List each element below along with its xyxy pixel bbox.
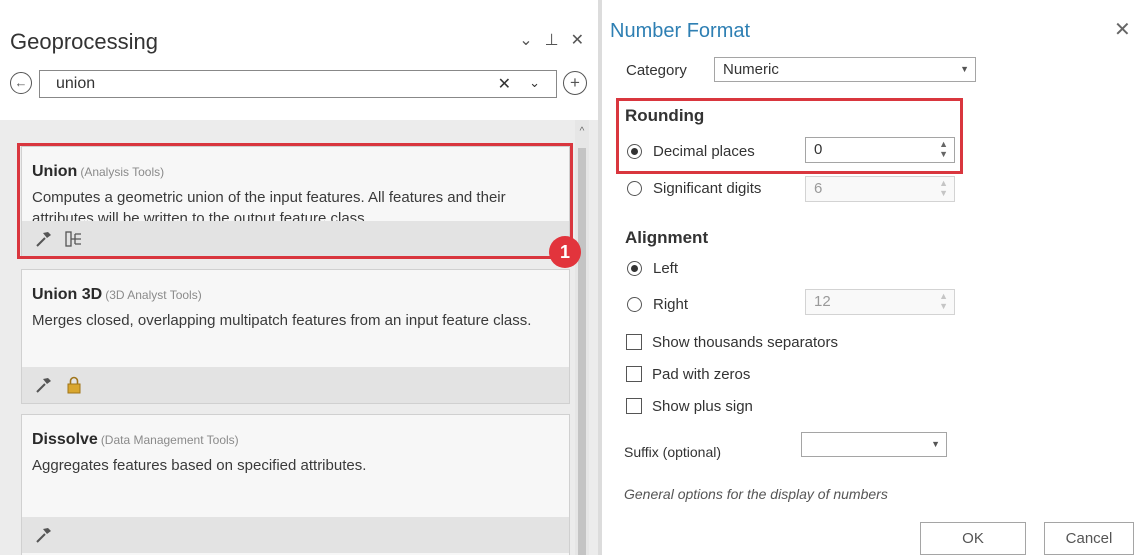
pin-icon[interactable]: ⊥ — [545, 30, 559, 50]
add-icon[interactable]: + — [563, 71, 587, 95]
chevron-down-icon: ▼ — [931, 439, 940, 449]
search-box: ✕ ⌄ — [39, 70, 557, 98]
result-title: Dissolve (Data Management Tools) — [32, 431, 239, 449]
highlight-box-decimal-places — [616, 98, 963, 174]
align-right-label: Right — [653, 296, 689, 313]
significant-digits-label: Significant digits — [653, 180, 762, 197]
category-value: Numeric — [723, 61, 779, 78]
lock-icon — [67, 376, 81, 394]
callout-badge: 1 — [549, 236, 581, 268]
right-width-value: 12 — [814, 293, 831, 310]
stepper-arrows-icon[interactable]: ▲ ▼ — [939, 178, 948, 198]
tool-name: Dissolve — [32, 431, 98, 448]
hammer-icon — [36, 378, 51, 393]
tool-name: Union 3D — [32, 286, 103, 303]
stepper-arrows-icon[interactable]: ▲ ▼ — [939, 291, 948, 311]
chevron-down-icon: ▼ — [960, 64, 969, 74]
search-options-chevron-icon[interactable]: ⌄ — [529, 75, 540, 91]
options-dropdown-icon[interactable]: ⌄ — [519, 30, 532, 50]
pad-zeros-label: Pad with zeros — [652, 366, 751, 383]
significant-digits-value: 6 — [814, 180, 823, 197]
toolbox-name: (Data Management Tools) — [100, 433, 239, 447]
dialog-title: Number Format — [610, 20, 751, 42]
result-footer — [22, 517, 569, 553]
highlight-box-union — [17, 143, 573, 259]
tool-description: Aggregates features based on specified a… — [32, 457, 367, 474]
plus-sign-label: Show plus sign — [652, 398, 753, 415]
pane-divider — [598, 0, 602, 555]
cancel-button[interactable]: Cancel — [1044, 522, 1134, 555]
significant-digits-stepper[interactable]: 6 ▲ ▼ — [805, 176, 955, 202]
plus-sign-checkbox[interactable] — [626, 398, 642, 414]
result-item-dissolve[interactable]: Dissolve (Data Management Tools) Aggregat… — [21, 414, 570, 555]
back-icon[interactable]: ← — [10, 72, 32, 94]
dialog-close-icon[interactable]: ✕ — [1114, 17, 1131, 42]
tool-description: Merges closed, overlapping multipatch fe… — [32, 312, 532, 329]
clear-search-icon[interactable]: ✕ — [498, 74, 511, 94]
scroll-thumb[interactable] — [578, 148, 586, 555]
category-label: Category — [626, 62, 687, 79]
dialog-hint: General options for the display of numbe… — [624, 486, 888, 502]
significant-digits-radio[interactable] — [627, 181, 642, 196]
toolbox-name: (3D Analyst Tools) — [105, 288, 202, 302]
hammer-icon — [36, 528, 51, 543]
results-scrollbar[interactable]: ^ — [575, 120, 589, 555]
result-title: Union 3D (3D Analyst Tools) — [32, 286, 202, 304]
result-item-union-3d[interactable]: Union 3D (3D Analyst Tools) Merges closed… — [21, 269, 570, 404]
right-width-stepper[interactable]: 12 ▲ ▼ — [805, 289, 955, 315]
suffix-label: Suffix (optional) — [624, 444, 722, 460]
suffix-select[interactable]: ▼ — [801, 432, 947, 457]
pad-zeros-checkbox[interactable] — [626, 366, 642, 382]
search-input[interactable] — [56, 71, 476, 97]
pane-header: Geoprocessing ⌄ ⊥ ✕ ← ✕ ⌄ + — [0, 0, 598, 120]
align-left-radio[interactable] — [627, 261, 642, 276]
close-icon[interactable]: ✕ — [571, 30, 584, 50]
ok-button[interactable]: OK — [920, 522, 1026, 555]
scroll-up-icon[interactable]: ^ — [575, 126, 589, 137]
result-footer — [22, 367, 569, 403]
align-right-radio[interactable] — [627, 297, 642, 312]
pane-controls: ⌄ ⊥ ✕ — [519, 30, 584, 50]
alignment-heading: Alignment — [625, 228, 709, 247]
align-left-label: Left — [653, 260, 679, 277]
pane-title: Geoprocessing — [10, 29, 158, 54]
geoprocessing-pane: Geoprocessing ⌄ ⊥ ✕ ← ✕ ⌄ + Union(Analys… — [0, 0, 598, 555]
thousands-separators-label: Show thousands separators — [652, 334, 838, 351]
thousands-separators-checkbox[interactable] — [626, 334, 642, 350]
category-select[interactable]: Numeric ▼ — [714, 57, 976, 82]
